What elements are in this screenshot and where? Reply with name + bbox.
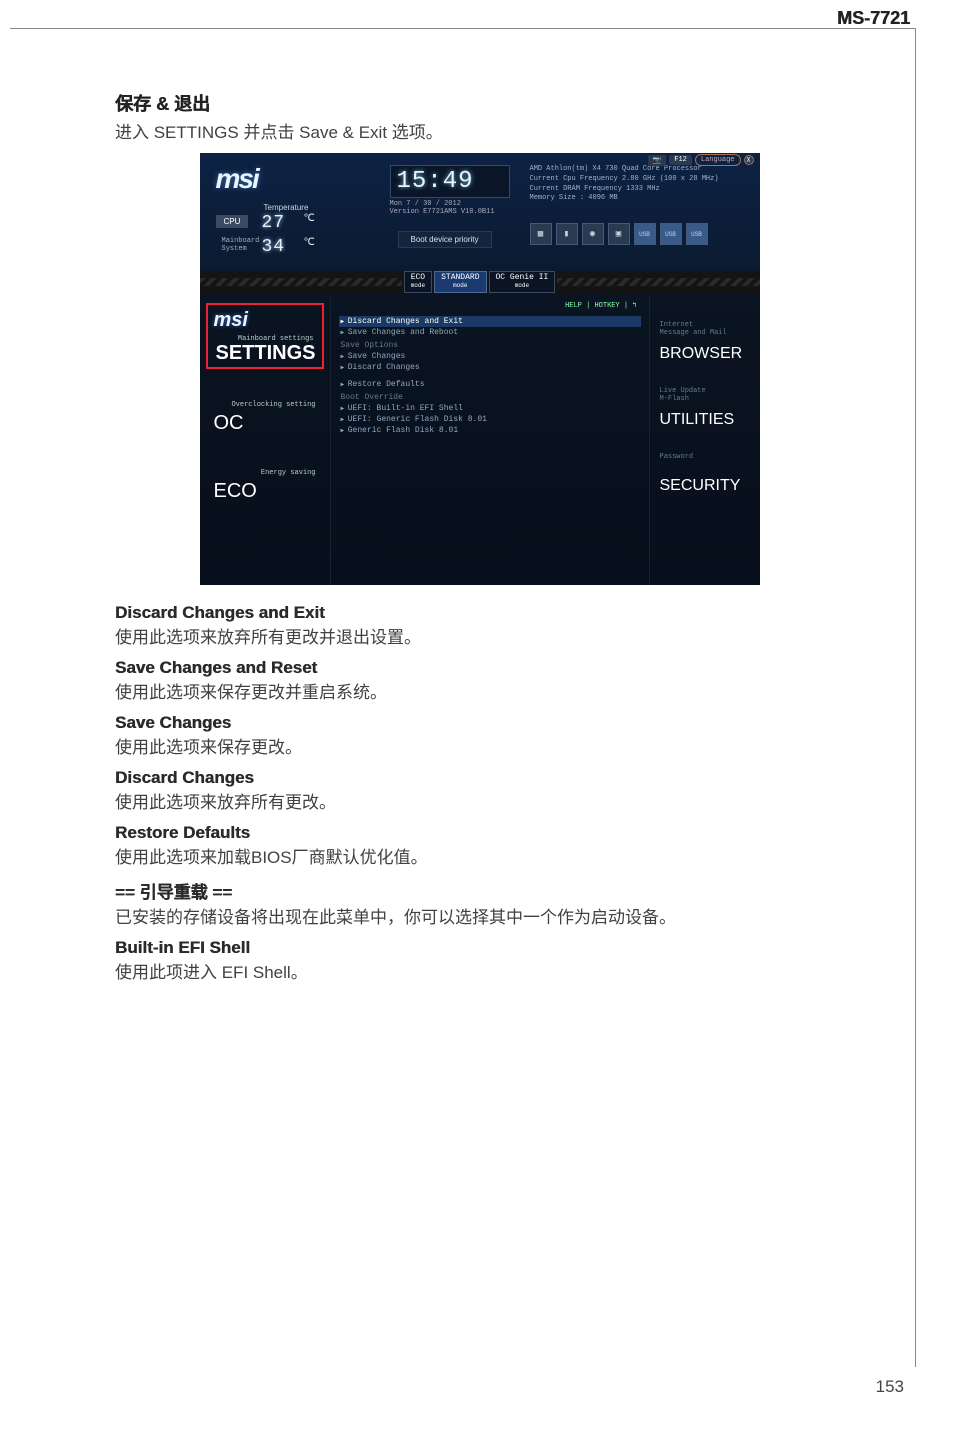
description-block: Save Changes使用此选项来保存更改。: [115, 713, 844, 758]
tile-main: ECO: [214, 480, 257, 503]
description-block: Discard Changes and Exit使用此选项来放弃所有更改并退出设…: [115, 603, 844, 648]
menu-item-restore-defaults[interactable]: Restore Defaults: [339, 379, 641, 390]
menu-item-uefi-shell[interactable]: UEFI: Built-in EFI Shell: [339, 403, 641, 414]
msi-logo-small: msi: [214, 309, 316, 332]
boot-usb-icon[interactable]: USB: [634, 223, 656, 245]
tile-sub: Password: [660, 453, 694, 461]
left-nav: msi Mainboard settings SETTINGS Overcloc…: [200, 295, 330, 585]
description-block: == 引导重载 ==已安装的存储设备将出现在此菜单中，你可以选择其中一个作为启动…: [115, 878, 844, 928]
menu-item-discard-changes[interactable]: Discard Changes: [339, 362, 641, 373]
boot-priority-label[interactable]: Boot device priority: [398, 231, 492, 248]
clock-box: 15:49 Mon 7 / 30 / 2012 Version E7721AMS…: [390, 165, 510, 216]
cpu-temp-value: 27: [262, 213, 286, 233]
description-text: 使用此选项来保存更改并重启系统。: [115, 678, 844, 703]
menu-item-save-reboot[interactable]: Save Changes and Reboot: [339, 327, 641, 338]
mode-sub: mode: [441, 283, 479, 290]
help-hotkey-bar[interactable]: HELP | HOTKEY | ↰: [339, 299, 641, 312]
description-text: 使用此选项来放弃所有更改。: [115, 788, 844, 813]
eco-mode-button[interactable]: ECOmode: [404, 271, 432, 292]
menu-item-generic-flash[interactable]: Generic Flash Disk 8.01: [339, 425, 641, 436]
description-block: Restore Defaults使用此选项来加载BIOS厂商默认优化值。: [115, 823, 844, 868]
mode-label: ECO: [411, 273, 425, 282]
description-title: Discard Changes and Exit: [115, 603, 844, 623]
close-button[interactable]: X: [744, 155, 754, 165]
page-number: 153: [876, 1377, 904, 1397]
boot-icon[interactable]: ▣: [608, 223, 630, 245]
boot-usb-icon[interactable]: USB: [660, 223, 682, 245]
mode-bar: ECOmode STANDARDmode OC Genie IImode: [200, 271, 760, 293]
bios-screenshot: msi Temperature CPU 27 ℃ Mainboard Syste…: [200, 153, 760, 585]
bios-version: Version E7721AMS V10.0B11: [390, 208, 510, 216]
boot-icon[interactable]: ▦: [530, 223, 552, 245]
standard-mode-button[interactable]: STANDARDmode: [434, 271, 486, 292]
mode-sub: mode: [411, 283, 425, 290]
right-nav: Internet Message and Mail BROWSER Live U…: [650, 295, 760, 585]
msi-logo: msi: [216, 163, 258, 195]
cpu-temp-unit: ℃: [304, 213, 315, 225]
description-block: Discard Changes使用此选项来放弃所有更改。: [115, 768, 844, 813]
tile-main: SETTINGS: [216, 342, 316, 365]
security-tile[interactable]: Password SECURITY: [654, 433, 756, 499]
header-model: MS-7721: [837, 8, 910, 29]
boot-usb-icon[interactable]: USB: [686, 223, 708, 245]
menu-group-boot-override: Boot Override: [339, 390, 641, 403]
menu-group-save-options: Save Options: [339, 338, 641, 351]
tile-main: SECURITY: [660, 477, 741, 495]
utilities-tile[interactable]: Live Update M-Flash UTILITIES: [654, 367, 756, 433]
description-text: 已安装的存储设备将出现在此菜单中，你可以选择其中一个作为启动设备。: [115, 903, 844, 928]
cpu-badge: CPU: [216, 215, 249, 228]
tile-sub: Internet Message and Mail: [660, 321, 727, 337]
temperature-label: Temperature: [264, 203, 309, 212]
description-text: 使用此项进入 EFI Shell。: [115, 958, 844, 983]
page-content: 保存 & 退出 进入 SETTINGS 并点击 Save & Exit 选项。 …: [115, 90, 844, 993]
tile-sub: Overclocking setting: [231, 401, 315, 409]
description-text: 使用此选项来加载BIOS厂商默认优化值。: [115, 843, 844, 868]
eco-tile[interactable]: Energy saving ECO: [206, 439, 324, 505]
description-title: Built-in EFI Shell: [115, 938, 844, 958]
browser-tile[interactable]: Internet Message and Mail BROWSER: [654, 301, 756, 367]
language-button[interactable]: Language: [695, 154, 741, 166]
mainboard-system-label: Mainboard System: [222, 237, 260, 253]
description-title: Save Changes: [115, 713, 844, 733]
menu-item-save-changes[interactable]: Save Changes: [339, 351, 641, 362]
tile-main: UTILITIES: [660, 411, 735, 429]
section-title: 保存 & 退出: [115, 90, 844, 116]
bios-top-panel: msi Temperature CPU 27 ℃ Mainboard Syste…: [200, 153, 760, 273]
description-list: Discard Changes and Exit使用此选项来放弃所有更改并退出设…: [115, 603, 844, 983]
mode-sub: mode: [496, 283, 549, 290]
screenshot-button[interactable]: 📷: [648, 155, 667, 166]
bios-body: msi Mainboard settings SETTINGS Overcloc…: [200, 295, 760, 585]
menu-panel: HELP | HOTKEY | ↰ Discard Changes and Ex…: [330, 295, 650, 585]
tile-main: OC: [214, 412, 244, 435]
boot-icon[interactable]: ◉: [582, 223, 604, 245]
description-block: Save Changes and Reset使用此选项来保存更改并重启系统。: [115, 658, 844, 703]
description-title: Restore Defaults: [115, 823, 844, 843]
tile-sub: Energy saving: [261, 469, 316, 477]
mode-label: STANDARD: [441, 273, 479, 282]
description-title: Save Changes and Reset: [115, 658, 844, 678]
top-buttons: 📷 F12 Language X: [648, 154, 754, 166]
f12-button[interactable]: F12: [669, 155, 692, 165]
tile-sub: Live Update M-Flash: [660, 387, 706, 403]
description-title: Discard Changes: [115, 768, 844, 788]
clock-time: 15:49: [390, 165, 510, 198]
mode-label: OC Genie II: [496, 273, 549, 282]
menu-item-discard-exit[interactable]: Discard Changes and Exit: [339, 316, 641, 327]
system-temp-value: 34: [262, 237, 286, 257]
tile-main: BROWSER: [660, 345, 743, 363]
boot-device-icons: ▦ ▮ ◉ ▣ USB USB USB: [530, 223, 708, 245]
clock-date: Mon 7 / 30 / 2012: [390, 200, 510, 208]
system-info: AMD Athlon(tm) X4 730 Quad Core Processo…: [530, 165, 719, 204]
system-temp-unit: ℃: [304, 237, 315, 249]
section-subtitle: 进入 SETTINGS 并点击 Save & Exit 选项。: [115, 118, 844, 143]
description-text: 使用此选项来保存更改。: [115, 733, 844, 758]
settings-tile[interactable]: msi Mainboard settings SETTINGS: [206, 303, 324, 369]
description-text: 使用此选项来放弃所有更改并退出设置。: [115, 623, 844, 648]
description-block: Built-in EFI Shell使用此项进入 EFI Shell。: [115, 938, 844, 983]
description-title: == 引导重载 ==: [115, 878, 844, 903]
ocgenie-mode-button[interactable]: OC Genie IImode: [489, 271, 556, 292]
oc-tile[interactable]: Overclocking setting OC: [206, 371, 324, 437]
menu-item-uefi-flash[interactable]: UEFI: Generic Flash Disk 8.01: [339, 414, 641, 425]
boot-icon[interactable]: ▮: [556, 223, 578, 245]
